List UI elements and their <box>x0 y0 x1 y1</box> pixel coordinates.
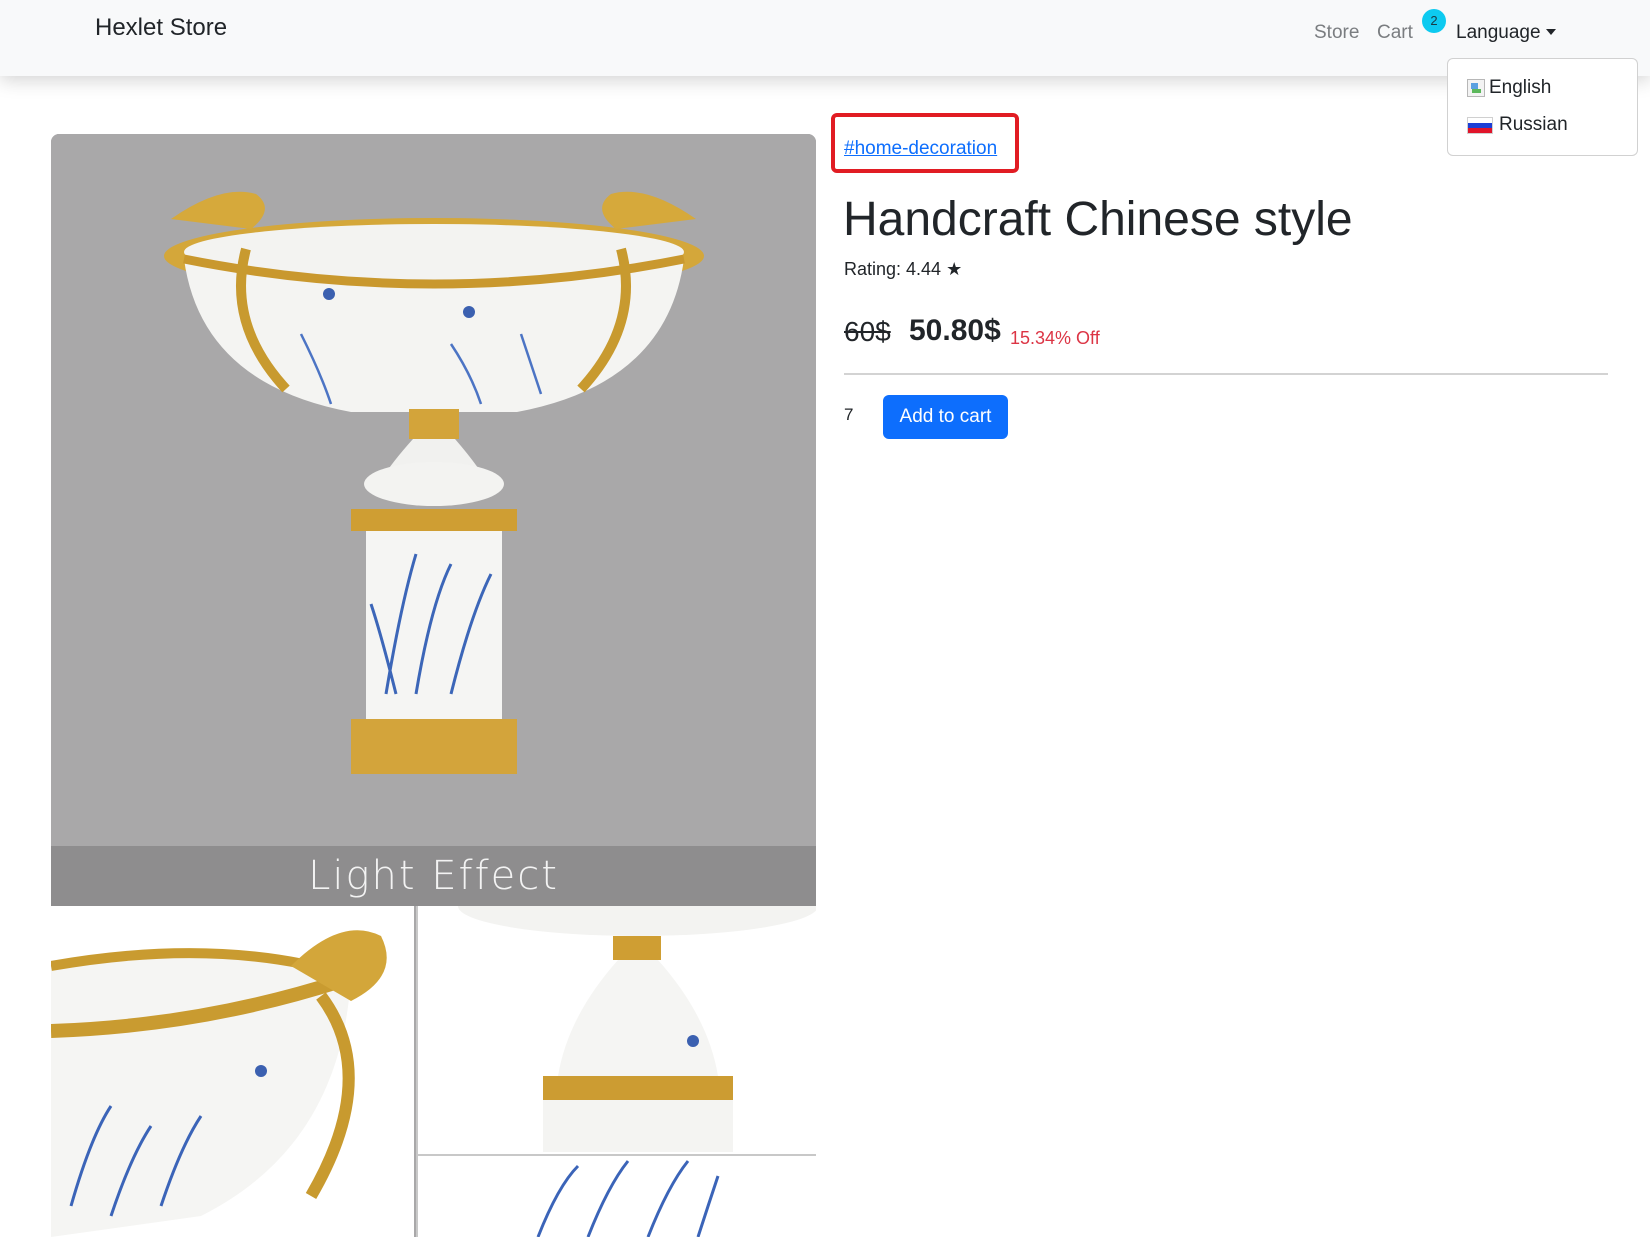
language-toggle-label: Language <box>1456 22 1541 43</box>
russia-flag-icon <box>1467 116 1493 134</box>
language-option-russian[interactable]: Russian <box>1467 114 1568 136</box>
product-rating: Rating: 4.44 ★ <box>844 259 963 279</box>
language-dropdown-menu: English Russian <box>1447 58 1638 156</box>
price-original: 60$ <box>844 316 891 347</box>
broken-image-flag-icon <box>1467 79 1485 97</box>
nav-link-store[interactable]: Store <box>1314 22 1359 44</box>
add-to-cart-button[interactable]: Add to cart <box>883 395 1008 439</box>
cart-count-badge: 2 <box>1422 9 1446 33</box>
price-current: 50.80$ <box>909 314 1001 347</box>
brand-link[interactable]: Hexlet Store <box>95 14 227 42</box>
product-tag-link[interactable]: #home-decoration <box>844 138 997 160</box>
language-option-english[interactable]: English <box>1467 77 1551 99</box>
product-image: Light Effect <box>51 134 816 1237</box>
nav-link-cart[interactable]: Cart <box>1377 22 1413 44</box>
product-title: Handcraft Chinese style <box>843 193 1353 246</box>
section-divider <box>844 373 1608 375</box>
navbar: Hexlet Store Store Cart 2 Language <box>0 0 1650 76</box>
language-dropdown-toggle[interactable]: Language <box>1456 22 1556 44</box>
vase-detail-photo-bowl <box>51 906 414 1237</box>
caret-down-icon <box>1545 29 1556 35</box>
quantity-value: 7 <box>844 405 854 424</box>
image-divider <box>416 1154 816 1156</box>
discount-label: 15.34% Off <box>1010 328 1100 348</box>
vase-main-photo <box>51 134 816 846</box>
language-option-label: English <box>1489 77 1552 98</box>
image-caption: Light Effect <box>308 853 559 899</box>
vase-detail-photo-column <box>416 906 816 1237</box>
language-option-label: Russian <box>1499 114 1568 135</box>
